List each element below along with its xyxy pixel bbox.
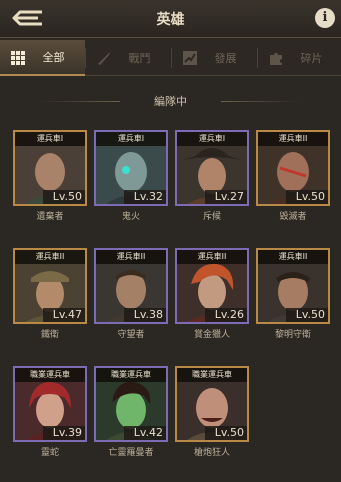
chart-icon [183, 51, 197, 65]
tab-label: 碎片 [300, 52, 323, 65]
hero-name: 毀滅者 [279, 212, 307, 222]
hero-level: Lv.42 [124, 426, 166, 440]
tab-label: 戰鬥 [128, 52, 151, 65]
hero-level: Lv.50 [286, 308, 328, 322]
hero-level: Lv.47 [43, 308, 85, 322]
hero-rank: 運兵車II [15, 250, 85, 264]
tab-battle[interactable]: 戰鬥 [86, 40, 171, 76]
hero-card[interactable]: 運兵車II Lv.50 [256, 130, 330, 206]
hero-card[interactable]: 職業運兵車 Lv.39 [13, 366, 87, 442]
hero-level: Lv.26 [205, 308, 247, 322]
tab-develop[interactable]: 發展 [172, 40, 257, 76]
puzzle-icon [270, 53, 282, 65]
tab-fragments[interactable]: 碎片 [258, 40, 341, 76]
hero-rank: 運兵車II [177, 250, 247, 264]
hero-level: Lv.32 [124, 190, 166, 204]
hero-rank: 運兵車I [177, 132, 247, 146]
hero-card[interactable]: 職業運兵車 Lv.42 [94, 366, 168, 442]
hero-name: 亡靈羅曼者 [108, 448, 154, 458]
hero-level: Lv.50 [205, 426, 247, 440]
hero-name: 黎明守衛 [274, 330, 311, 340]
hero-rank: 運兵車II [258, 250, 328, 264]
hero-card[interactable]: 運兵車I Lv.27 [175, 130, 249, 206]
sword-icon [98, 52, 110, 65]
section-divider-right [221, 101, 301, 102]
hero-level: Lv.38 [124, 308, 166, 322]
hero-card[interactable]: 職業運兵車 Lv.50 [175, 366, 249, 442]
hero-name: 鐵衛 [40, 330, 59, 340]
info-button[interactable]: i [315, 8, 335, 28]
grid-icon [11, 51, 25, 65]
tab-all[interactable]: 全部 [0, 40, 85, 76]
hero-name: 守望者 [117, 330, 145, 340]
tab-label: 全部 [42, 51, 65, 64]
tab-label: 發展 [214, 52, 237, 65]
hero-name: 斥候 [202, 212, 221, 222]
hero-card[interactable]: 運兵車II Lv.26 [175, 248, 249, 324]
hero-level: Lv.50 [286, 190, 328, 204]
hero-card[interactable]: 運兵車II Lv.38 [94, 248, 168, 324]
hero-card[interactable]: 運兵車II Lv.47 [13, 248, 87, 324]
hero-level: Lv.39 [43, 426, 85, 440]
hero-rank: 運兵車II [258, 132, 328, 146]
tab-bar: 全部 戰鬥 發展 碎片 [0, 40, 341, 76]
hero-name: 賞金獵人 [193, 330, 230, 340]
hero-rank: 職業運兵車 [177, 368, 247, 382]
hero-level: Lv.50 [43, 190, 85, 204]
hero-name: 遺棄者 [36, 212, 64, 222]
hero-level: Lv.27 [205, 190, 247, 204]
hero-name: 鬼火 [121, 212, 140, 222]
hero-card[interactable]: 運兵車I Lv.50 [13, 130, 87, 206]
hero-card[interactable]: 運兵車I Lv.32 [94, 130, 168, 206]
hero-rank: 運兵車I [96, 132, 166, 146]
hero-name: 槍炮狂人 [193, 448, 230, 458]
hero-name: 靈蛇 [40, 448, 59, 458]
hero-card[interactable]: 運兵車II Lv.50 [256, 248, 330, 324]
hero-rank: 運兵車II [96, 250, 166, 264]
top-bar: 英雄 i [0, 0, 341, 38]
hero-rank: 職業運兵車 [15, 368, 85, 382]
hero-rank: 運兵車I [15, 132, 85, 146]
hero-rank: 職業運兵車 [96, 368, 166, 382]
page-title: 英雄 [156, 12, 185, 28]
